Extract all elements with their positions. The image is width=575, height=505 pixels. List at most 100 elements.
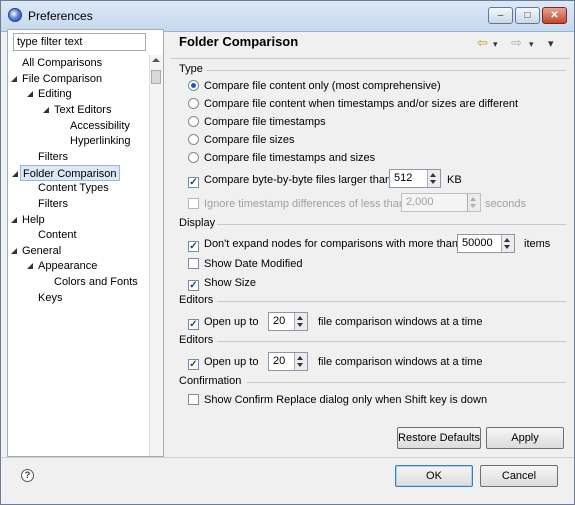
help-icon[interactable]: ? xyxy=(21,469,34,482)
filter-input[interactable] xyxy=(13,33,146,51)
open-windows-spinner[interactable]: 20 xyxy=(268,352,308,371)
tree-item-label: Content xyxy=(38,229,77,242)
type-group-divider xyxy=(207,70,566,71)
radio-icon[interactable] xyxy=(188,116,199,127)
checkbox-icon[interactable] xyxy=(188,394,199,405)
tree-item-label: Hyperlinking xyxy=(70,135,131,148)
tree-item[interactable]: Appearance xyxy=(27,258,99,274)
apply-button[interactable]: Apply xyxy=(486,427,564,449)
tree-item-label: Content Types xyxy=(38,182,109,195)
expand-triangle-icon[interactable] xyxy=(11,75,17,82)
back-arrow-icon[interactable]: ⇦ xyxy=(477,35,488,51)
view-menu-icon[interactable]: ▾ xyxy=(548,37,554,50)
scroll-up-arrow-icon[interactable] xyxy=(152,58,160,62)
ignore-timestamp-checkbox-row[interactable]: Ignore timestamp differences of less tha… xyxy=(188,196,405,212)
radio-icon[interactable] xyxy=(188,152,199,163)
tree-item[interactable]: Content xyxy=(36,227,79,243)
maximize-button[interactable]: □ xyxy=(515,7,540,24)
spinner-arrows-icon[interactable] xyxy=(294,353,307,370)
preference-tree-pane: All Comparisons File Comparison Editing Tex… xyxy=(7,29,164,457)
app-icon xyxy=(8,8,22,22)
page-title: Folder Comparison xyxy=(179,34,299,49)
confirmation-group-label: Confirmation xyxy=(179,375,242,387)
show-size-checkbox-row[interactable]: ✓ Show Size xyxy=(188,275,256,291)
radio-icon[interactable] xyxy=(188,98,199,109)
tree-item[interactable]: General xyxy=(11,243,63,259)
radio-icon[interactable] xyxy=(188,134,199,145)
editors-group-divider xyxy=(217,341,566,342)
dont-expand-checkbox-row[interactable]: ✓ Don't expand nodes for comparisons with… xyxy=(188,236,458,252)
close-button[interactable]: ✕ xyxy=(542,7,567,24)
checkbox-icon[interactable]: ✓ xyxy=(188,177,199,188)
restore-defaults-button[interactable]: Restore Defaults xyxy=(397,427,481,449)
radio-icon[interactable] xyxy=(188,80,199,91)
checkbox-icon[interactable] xyxy=(188,198,199,209)
tree-item[interactable]: Filters xyxy=(36,196,70,212)
tree-item-label: File Comparison xyxy=(22,72,103,85)
checkbox-icon[interactable]: ✓ xyxy=(188,359,199,370)
spinner-arrows-icon[interactable] xyxy=(467,194,480,211)
tree-item[interactable]: Keys xyxy=(36,290,64,306)
open-up-to-checkbox-row[interactable]: ✓ Open up to xyxy=(188,314,258,330)
button-bar-divider xyxy=(1,457,574,458)
forward-dropdown-icon[interactable]: ▾ xyxy=(529,39,534,50)
editors-group-label: Editors xyxy=(179,334,214,346)
expand-triangle-icon[interactable] xyxy=(27,263,33,270)
tree-item[interactable]: Text Editors xyxy=(43,102,113,118)
tree-item-label: General xyxy=(22,244,62,257)
tree-item[interactable]: Editing xyxy=(27,86,74,102)
type-option-content-only[interactable]: Compare file content only (most comprehe… xyxy=(188,78,441,94)
cancel-button[interactable]: Cancel xyxy=(480,465,558,487)
confirm-replace-checkbox-row[interactable]: Show Confirm Replace dialog only when Sh… xyxy=(188,392,487,408)
spinner-arrows-icon[interactable] xyxy=(501,235,514,252)
ignore-timestamp-unit: seconds xyxy=(485,198,526,210)
title-bar: Preferences – □ ✕ xyxy=(1,1,574,32)
expand-triangle-icon[interactable] xyxy=(12,170,18,177)
tree-scrollbar[interactable] xyxy=(149,55,163,456)
expand-triangle-icon[interactable] xyxy=(43,106,49,113)
back-dropdown-icon[interactable]: ▾ xyxy=(493,39,498,50)
ok-button[interactable]: OK xyxy=(395,465,473,487)
open-windows-suffix: file comparison windows at a time xyxy=(318,316,483,328)
ignore-timestamp-spinner[interactable]: 2,000 xyxy=(401,193,481,212)
byte-compare-checkbox-row[interactable]: ✓ Compare byte-by-byte files larger than xyxy=(188,172,391,188)
scroll-thumb[interactable] xyxy=(151,70,161,84)
checkbox-icon[interactable]: ✓ xyxy=(188,280,199,291)
expand-triangle-icon[interactable] xyxy=(11,216,17,223)
tree-item[interactable]: Folder Comparison xyxy=(12,164,120,181)
display-group-divider xyxy=(217,224,566,225)
checkbox-icon[interactable]: ✓ xyxy=(188,241,199,252)
forward-arrow-icon[interactable]: ⇨ xyxy=(511,35,522,51)
type-option-sizes[interactable]: Compare file sizes xyxy=(188,132,294,148)
expand-triangle-icon[interactable] xyxy=(27,91,33,98)
byte-compare-unit: KB xyxy=(447,174,462,186)
expand-triangle-icon[interactable] xyxy=(11,247,17,254)
type-option-content-when-different[interactable]: Compare file content when timestamps and… xyxy=(188,96,518,112)
expand-limit-spinner[interactable]: 50000 xyxy=(457,234,515,253)
open-windows-spinner[interactable]: 20 xyxy=(268,312,308,331)
show-date-modified-checkbox-row[interactable]: Show Date Modified xyxy=(188,256,302,272)
checkbox-icon[interactable]: ✓ xyxy=(188,319,199,330)
spinner-arrows-icon[interactable] xyxy=(294,313,307,330)
byte-compare-size-spinner[interactable]: 512 xyxy=(389,169,441,188)
tree-item[interactable]: All Comparisons xyxy=(20,55,104,71)
tree-item-label: Filters xyxy=(38,197,68,210)
tree-item[interactable]: File Comparison xyxy=(11,71,104,87)
spinner-arrows-icon[interactable] xyxy=(427,170,440,187)
tree-item[interactable]: Filters xyxy=(36,149,70,165)
preferences-window: Preferences – □ ✕ All Comparisons File Co… xyxy=(0,0,575,505)
editors-group-label: Editors xyxy=(179,294,214,306)
open-up-to-checkbox-row[interactable]: ✓ Open up to xyxy=(188,354,258,370)
type-option-timestamps-and-sizes[interactable]: Compare file timestamps and sizes xyxy=(188,150,375,166)
checkbox-icon[interactable] xyxy=(188,258,199,269)
tree-item[interactable]: Hyperlinking xyxy=(68,133,133,149)
minimize-button[interactable]: – xyxy=(488,7,513,24)
tree-item-label: Folder Comparison xyxy=(23,167,117,180)
tree-item[interactable]: Accessibility xyxy=(68,118,132,134)
tree-item[interactable]: Content Types xyxy=(36,180,111,196)
tree-item-label: Accessibility xyxy=(70,119,130,132)
type-option-timestamps[interactable]: Compare file timestamps xyxy=(188,114,326,130)
tree-item[interactable]: Colors and Fonts xyxy=(52,274,140,290)
window-title: Preferences xyxy=(28,9,93,23)
tree-item[interactable]: Help xyxy=(11,212,47,228)
